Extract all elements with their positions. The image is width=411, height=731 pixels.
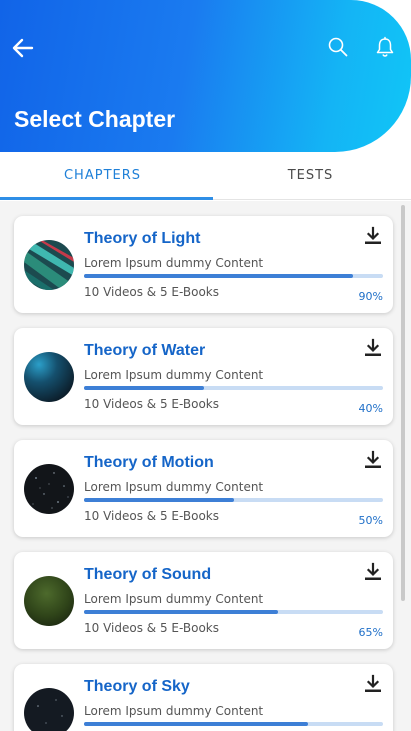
progress-percent: 65%: [358, 626, 383, 639]
download-button[interactable]: [363, 338, 383, 358]
chapter-card[interactable]: Theory of Water Lorem Ipsum dummy Conten…: [14, 328, 393, 425]
download-button[interactable]: [363, 674, 383, 694]
download-button[interactable]: [363, 450, 383, 470]
chapter-thumbnail: [24, 352, 74, 402]
download-icon: [365, 450, 381, 468]
bell-icon: [376, 36, 394, 57]
progress-bar: [84, 498, 383, 502]
download-button[interactable]: [363, 562, 383, 582]
tab-bar: CHAPTERS TESTS: [0, 152, 411, 200]
chapter-title: Theory of Light: [84, 230, 201, 247]
tab-chapters[interactable]: CHAPTERS: [0, 152, 205, 200]
progress-bar: [84, 722, 383, 726]
progress-fill: [84, 610, 279, 614]
chapter-meta: 10 Videos & 5 E-Books: [84, 285, 219, 299]
progress-bar: [84, 274, 383, 278]
chapter-description: Lorem Ipsum dummy Content: [84, 256, 264, 270]
chapter-card[interactable]: Theory of Sky Lorem Ipsum dummy Content: [14, 664, 393, 731]
progress-percent: 90%: [358, 290, 383, 303]
chapter-description: Lorem Ipsum dummy Content: [84, 592, 264, 606]
download-button[interactable]: [363, 226, 383, 246]
progress-bar: [84, 610, 383, 614]
progress-percent: 40%: [358, 402, 383, 415]
notification-button[interactable]: [374, 36, 396, 58]
progress-percent: 50%: [358, 514, 383, 527]
progress-bar: [84, 386, 383, 390]
chapter-thumbnail: [24, 576, 74, 626]
chapter-title: Theory of Sky: [84, 678, 190, 695]
progress-fill: [84, 722, 309, 726]
back-arrow-icon: [12, 38, 34, 58]
active-tab-indicator: [0, 197, 213, 200]
app-header: Select Chapter: [0, 0, 411, 152]
chapter-title: Theory of Water: [84, 342, 206, 359]
chapter-thumbnail: [24, 688, 74, 731]
chapter-thumbnail: [24, 464, 74, 514]
chapter-meta: 10 Videos & 5 E-Books: [84, 509, 219, 523]
search-icon: [328, 37, 348, 57]
scrollbar[interactable]: [401, 205, 405, 601]
download-icon: [365, 226, 381, 244]
tab-tests[interactable]: TESTS: [208, 152, 411, 200]
chapter-card[interactable]: Theory of Sound Lorem Ipsum dummy Conten…: [14, 552, 393, 649]
chapter-meta: 10 Videos & 5 E-Books: [84, 397, 219, 411]
download-icon: [365, 674, 381, 692]
progress-fill: [84, 274, 354, 278]
chapter-list[interactable]: Theory of Light Lorem Ipsum dummy Conten…: [0, 201, 411, 731]
download-icon: [365, 338, 381, 356]
chapter-description: Lorem Ipsum dummy Content: [84, 480, 264, 494]
progress-fill: [84, 498, 234, 502]
search-button[interactable]: [327, 36, 349, 58]
chapter-description: Lorem Ipsum dummy Content: [84, 704, 264, 718]
chapter-card[interactable]: Theory of Motion Lorem Ipsum dummy Conte…: [14, 440, 393, 537]
page-title: Select Chapter: [14, 106, 176, 132]
chapter-description: Lorem Ipsum dummy Content: [84, 368, 264, 382]
chapter-thumbnail: [24, 240, 74, 290]
chapter-card[interactable]: Theory of Light Lorem Ipsum dummy Conten…: [14, 216, 393, 313]
chapter-title: Theory of Motion: [84, 454, 214, 471]
chapter-meta: 10 Videos & 5 E-Books: [84, 621, 219, 635]
chapter-title: Theory of Sound: [84, 566, 212, 583]
progress-fill: [84, 386, 204, 390]
back-button[interactable]: [10, 36, 36, 60]
download-icon: [365, 562, 381, 580]
